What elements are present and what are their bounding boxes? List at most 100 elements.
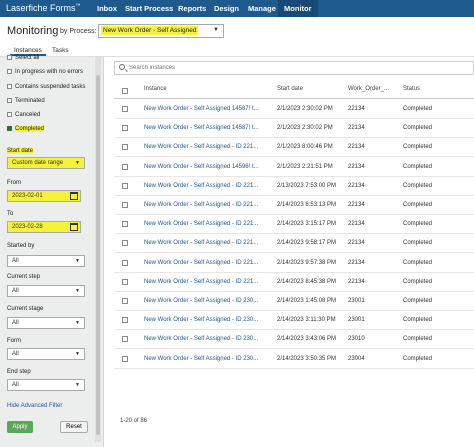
instance-link[interactable]: New Work Order - Self Assigned - ID 221.… (144, 240, 258, 246)
started-by-select[interactable]: All ▼ (7, 255, 85, 267)
col-start-date[interactable]: Start date (277, 86, 303, 92)
table-row[interactable]: New Work Order - Self Assigned - ID 230.… (114, 292, 474, 311)
table-row[interactable]: New Work Order - Self Assigned - ID 221.… (114, 138, 474, 158)
nav-start-process[interactable]: Start Process (119, 0, 179, 17)
apply-button[interactable]: Apply (7, 421, 33, 433)
start-date-select[interactable]: Custom date range ▼ (7, 157, 85, 169)
nav-reports[interactable]: Reports (172, 0, 212, 17)
checkbox-icon[interactable] (7, 69, 12, 74)
nav-design[interactable]: Design (208, 0, 245, 17)
row-checkbox[interactable] (122, 182, 128, 189)
status-completed[interactable]: Completed (7, 126, 45, 132)
row-checkbox[interactable] (122, 259, 128, 266)
status-cell: Completed (403, 221, 433, 228)
instance-link[interactable]: New Work Order - Self Assigned - ID 221.… (144, 183, 258, 189)
table-row[interactable]: New Work Order - Self Assigned - ID 221.… (114, 254, 474, 273)
start-date-label: Start date (7, 148, 34, 154)
row-checkbox[interactable] (122, 317, 128, 324)
pagination-label: 1-20 of 86 (120, 418, 148, 424)
table-row[interactable]: New Work Order - Self Assigned 14587! t.… (114, 119, 474, 139)
table-row[interactable]: New Work Order - Self Assigned - ID 221.… (114, 273, 474, 292)
nav-monitor[interactable]: Monitor (278, 0, 318, 17)
instance-link[interactable]: New Work Order - Self Assigned 14596! t.… (144, 164, 259, 170)
status-cell: Completed (403, 355, 433, 362)
status-in-progress[interactable]: In progress with no errors (7, 69, 83, 75)
status-cell: Completed (403, 259, 433, 266)
current-step-select[interactable]: All ▼ (7, 285, 85, 297)
instance-link[interactable]: New Work Order - Self Assigned - ID 230.… (144, 317, 258, 323)
instance-link[interactable]: New Work Order - Self Assigned - ID 221.… (144, 144, 258, 150)
chevron-down-icon: ▼ (75, 288, 80, 294)
calendar-icon[interactable] (70, 192, 78, 200)
row-checkbox[interactable] (122, 202, 128, 208)
work-order-cell: 22134 (348, 163, 365, 170)
instance-link[interactable]: New Work Order - Self Assigned 14587! t.… (144, 106, 259, 112)
status-terminated[interactable]: Terminated (7, 98, 45, 104)
table-row[interactable]: New Work Order - Self Assigned - ID 230.… (114, 311, 474, 331)
checkbox-checked-icon[interactable] (7, 126, 12, 131)
status-select-all[interactable]: Select all (7, 55, 39, 61)
table-row[interactable]: New Work Order - Self Assigned - ID 221.… (114, 234, 474, 254)
process-select[interactable]: New Work Order - Self Assigned ▼ (98, 24, 224, 38)
status-label: Completed (15, 126, 45, 132)
checkbox-icon[interactable] (7, 112, 12, 117)
table-row[interactable]: New Work Order - Self Assigned 14596! t.… (114, 158, 474, 177)
status-cell: Completed (403, 163, 433, 170)
instance-link[interactable]: New Work Order - Self Assigned - ID 230.… (144, 336, 258, 342)
row-checkbox[interactable] (122, 144, 128, 151)
row-checkbox[interactable] (122, 221, 128, 228)
reset-button[interactable]: Reset (60, 421, 88, 433)
nav-manage[interactable]: Manage (242, 0, 282, 17)
work-order-cell: 22134 (348, 240, 365, 247)
instance-link[interactable]: New Work Order - Self Assigned - ID 221.… (144, 221, 258, 227)
table-row[interactable]: New Work Order - Self Assigned - ID 230.… (114, 350, 474, 369)
row-checkbox[interactable] (122, 125, 128, 132)
hide-advanced-filter-link[interactable]: Hide Advanced Filter (7, 403, 62, 409)
form-select[interactable]: All ▼ (7, 348, 85, 360)
checkbox-icon[interactable] (7, 98, 12, 103)
start-date-cell: 2/14/2023 8:45:38 PM (277, 278, 337, 285)
status-label: Select all (15, 55, 40, 61)
search-input[interactable] (129, 63, 429, 73)
checkbox-icon[interactable] (7, 84, 12, 89)
status-suspended[interactable]: Contains suspended tasks (7, 84, 85, 90)
row-checkbox[interactable] (122, 240, 128, 247)
row-checkbox[interactable] (122, 355, 128, 362)
select-all-checkbox[interactable] (122, 88, 128, 94)
sidebar-scroll-thumb[interactable] (96, 75, 100, 435)
chevron-down-icon: ▼ (213, 27, 219, 33)
checkbox-icon[interactable] (7, 55, 12, 60)
tab-tasks[interactable]: Tasks (48, 45, 73, 56)
work-order-cell: 23001 (348, 298, 365, 304)
chevron-down-icon: ▼ (75, 351, 80, 357)
from-date-input[interactable]: 2023-02-01 (7, 190, 81, 202)
col-instance[interactable]: Instance (144, 86, 167, 92)
table-row[interactable]: New Work Order - Self Assigned - ID 221.… (114, 177, 474, 196)
instance-link[interactable]: New Work Order - Self Assigned - ID 221.… (144, 260, 258, 266)
instance-link[interactable]: New Work Order - Self Assigned - ID 230.… (144, 298, 258, 304)
status-cell: Completed (403, 317, 433, 324)
end-step-select[interactable]: All ▼ (7, 379, 85, 391)
row-checkbox[interactable] (122, 336, 128, 343)
row-checkbox[interactable] (122, 278, 128, 285)
status-canceled[interactable]: Canceled (7, 112, 40, 118)
instance-link[interactable]: New Work Order - Self Assigned - ID 221.… (144, 202, 258, 208)
instance-link[interactable]: New Work Order - Self Assigned - ID 221.… (144, 279, 258, 285)
table-row[interactable]: New Work Order - Self Assigned - ID 230.… (114, 330, 474, 350)
status-cell: Completed (403, 202, 433, 208)
search-box[interactable] (114, 61, 474, 75)
col-work-order[interactable]: Work_Order_... (348, 86, 389, 92)
table-row[interactable]: New Work Order - Self Assigned - ID 221.… (114, 196, 474, 215)
instance-link[interactable]: New Work Order - Self Assigned 14587! t.… (144, 125, 259, 131)
table-row[interactable]: New Work Order - Self Assigned 14587! t.… (114, 100, 474, 119)
row-checkbox[interactable] (122, 106, 128, 112)
row-checkbox[interactable] (122, 163, 128, 170)
table-header: Instance Start date Work_Order_... Statu… (114, 82, 474, 99)
to-date-input[interactable]: 2023-02-28 (7, 221, 81, 233)
table-row[interactable]: New Work Order - Self Assigned - ID 221.… (114, 215, 474, 235)
instance-link[interactable]: New Work Order - Self Assigned - ID 230.… (144, 356, 258, 362)
col-status[interactable]: Status (403, 86, 420, 92)
calendar-icon[interactable] (70, 223, 78, 231)
current-stage-select[interactable]: All ▼ (7, 317, 85, 329)
row-checkbox[interactable] (122, 298, 128, 304)
